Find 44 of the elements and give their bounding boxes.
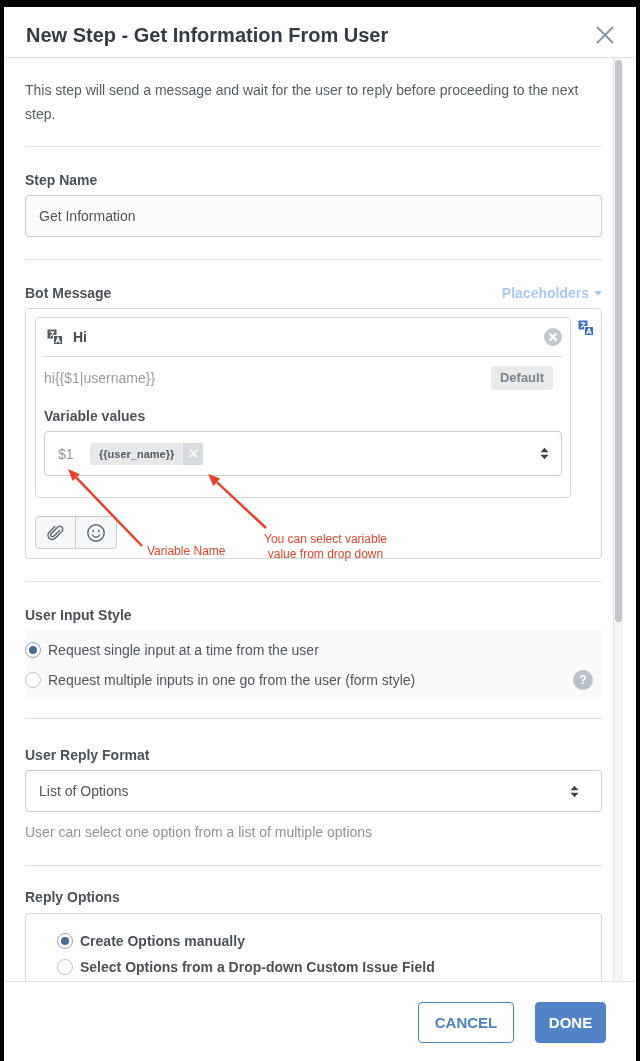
description-text: This step will send a message and wait for the user to reply before proceeding to the next step. xyxy=(25,81,580,124)
radio-label[interactable]: Select Options from a Drop-down Custom Issue Field xyxy=(80,959,435,975)
hint-text: User can select one option from a list of multiple options xyxy=(25,823,374,842)
emoji-button[interactable] xyxy=(76,516,117,549)
field-label: User Reply Format xyxy=(25,746,151,765)
scrollbar[interactable] xyxy=(613,58,623,981)
field-label: Bot Message xyxy=(25,284,112,303)
translate-icon xyxy=(47,329,63,345)
variable-tag: {{user_name}} xyxy=(90,442,184,465)
radio-label[interactable]: Create Options manually xyxy=(80,933,245,949)
field-label: User Input Style xyxy=(25,606,133,625)
message-template: hi{{$1|username}} xyxy=(44,370,156,386)
dialog-title: New Step - Get Information From User xyxy=(26,23,389,47)
smiley-icon xyxy=(87,523,105,542)
remove-circle-icon[interactable] xyxy=(544,328,562,346)
caret-down-icon xyxy=(594,290,602,296)
attach-button[interactable] xyxy=(35,516,76,549)
close-icon[interactable] xyxy=(596,26,614,44)
field-label: Variable values xyxy=(44,407,147,426)
field-label: Reply Options xyxy=(25,888,121,907)
scrollbar-thumb[interactable] xyxy=(615,60,622,622)
variable-name: $1 xyxy=(58,445,75,462)
annotation-note: Variable Name xyxy=(147,544,226,559)
radio-button[interactable] xyxy=(57,933,73,949)
close-icon xyxy=(188,449,198,458)
remove-tag-button[interactable] xyxy=(183,442,204,465)
radio-label[interactable]: Request multiple inputs in one go from the user (form style) xyxy=(48,672,416,688)
translate-icon xyxy=(578,320,594,336)
annotation-note: You can select variable value from drop down xyxy=(264,532,387,562)
sort-caret-icon xyxy=(570,784,579,798)
sort-caret-icon xyxy=(540,447,549,460)
variable-select[interactable]: $1 {{user_name}} xyxy=(44,431,562,476)
done-button[interactable]: DONE xyxy=(535,1002,606,1043)
radio-label[interactable]: Request single input at a time from the user xyxy=(48,642,319,658)
field-label: Step Name xyxy=(25,171,99,190)
reply-format-select[interactable]: List of Options xyxy=(25,770,602,812)
message-title: Hi xyxy=(73,329,88,345)
radio-button[interactable] xyxy=(25,672,41,688)
cancel-button[interactable]: CANCEL xyxy=(418,1002,514,1043)
default-badge: Default xyxy=(490,366,553,390)
radio-button[interactable] xyxy=(25,642,41,658)
radio-button[interactable] xyxy=(57,959,73,975)
paperclip-icon xyxy=(46,523,65,542)
step-name-input[interactable]: Get Information xyxy=(25,195,602,237)
